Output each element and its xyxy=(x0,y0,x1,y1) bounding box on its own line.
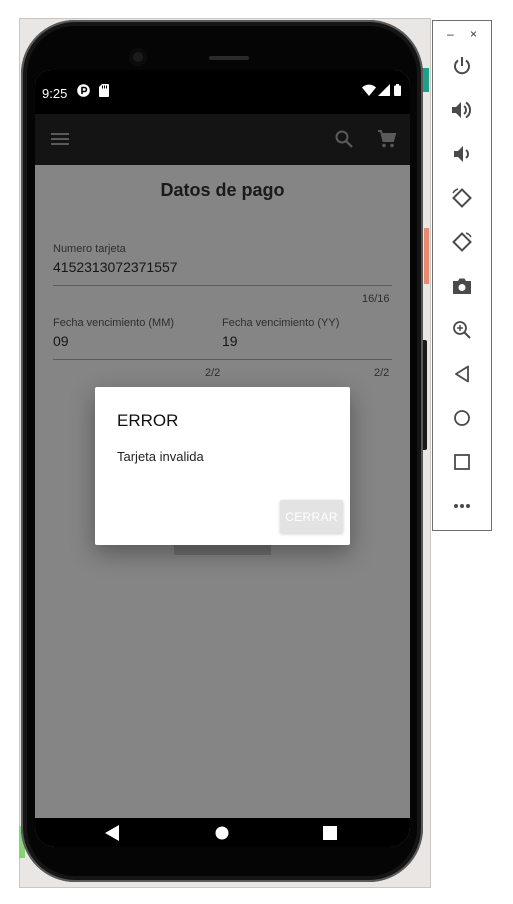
menu-icon[interactable] xyxy=(48,127,72,151)
error-dialog: ERROR Tarjeta invalida CERRAR xyxy=(95,387,350,545)
page-title: Datos de pago xyxy=(160,180,285,200)
exp-month-counter: 2/2 xyxy=(205,367,221,379)
card-number-input[interactable]: 4152313072371557 xyxy=(53,259,178,275)
close-window-button[interactable]: × xyxy=(470,27,477,41)
rotate-right-icon[interactable] xyxy=(450,230,474,254)
rotate-left-icon[interactable] xyxy=(450,186,474,210)
dialog-message: Tarjeta invalida xyxy=(117,449,204,464)
status-time: 9:25 xyxy=(42,86,68,101)
camera-icon[interactable] xyxy=(450,274,474,298)
side-button xyxy=(423,340,427,450)
exp-year-input[interactable]: 19 xyxy=(222,333,238,349)
exp-month-label: Fecha vencimiento (MM) xyxy=(53,317,175,329)
card-number-underline xyxy=(53,285,392,286)
home-icon[interactable] xyxy=(450,406,474,430)
sd-card-icon xyxy=(99,84,109,97)
background-accent-2 xyxy=(424,228,429,284)
nav-back-icon[interactable] xyxy=(103,824,121,842)
battery-icon xyxy=(394,84,401,96)
front-camera xyxy=(129,48,147,66)
signal-icon xyxy=(378,84,390,96)
nav-overview-icon[interactable] xyxy=(321,824,339,842)
status-bar: 9:25 xyxy=(35,70,410,114)
nav-home-icon[interactable] xyxy=(213,824,231,842)
power-icon[interactable] xyxy=(450,54,474,78)
emulator-toolbar: – × xyxy=(432,20,492,531)
card-number-label: Numero tarjeta xyxy=(53,243,126,255)
exp-month-input[interactable]: 09 xyxy=(53,333,69,349)
zoom-icon[interactable] xyxy=(450,318,474,342)
exp-month-underline xyxy=(53,359,222,360)
overview-icon[interactable] xyxy=(450,450,474,474)
cart-icon[interactable] xyxy=(375,127,399,151)
app-notification-icon xyxy=(77,84,90,97)
navigation-bar xyxy=(35,818,410,847)
volume-down-icon[interactable] xyxy=(450,142,474,166)
app-bar xyxy=(35,114,410,165)
card-number-counter: 16/16 xyxy=(362,293,390,305)
more-icon[interactable] xyxy=(450,494,474,518)
exp-year-counter: 2/2 xyxy=(374,367,390,379)
volume-up-icon[interactable] xyxy=(450,98,474,122)
minimize-button[interactable]: – xyxy=(447,27,454,41)
exp-year-label: Fecha vencimiento (YY) xyxy=(222,317,340,329)
dialog-title: ERROR xyxy=(117,411,179,430)
exp-year-underline xyxy=(222,359,392,360)
back-icon[interactable] xyxy=(450,362,474,386)
search-icon[interactable] xyxy=(332,127,356,151)
wifi-icon xyxy=(362,84,376,96)
earpiece-speaker xyxy=(209,56,249,60)
close-dialog-button[interactable]: CERRAR xyxy=(280,500,343,533)
